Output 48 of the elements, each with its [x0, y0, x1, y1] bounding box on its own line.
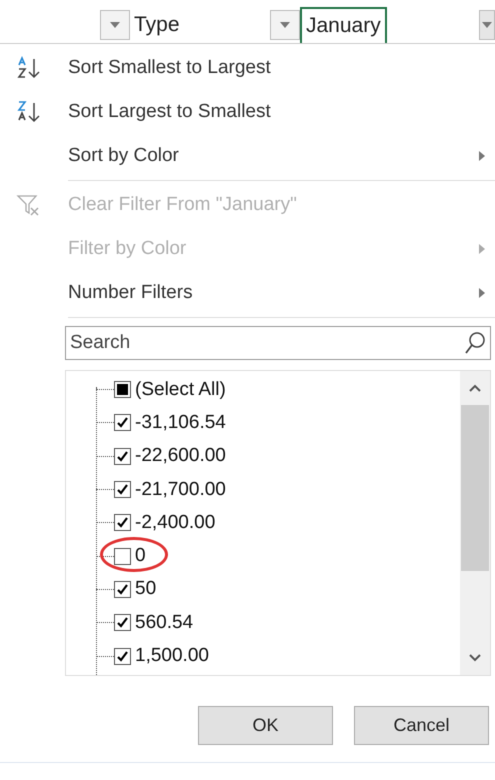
- checkbox[interactable]: [114, 481, 131, 498]
- item-label: -21,700.00: [135, 478, 226, 501]
- list-item[interactable]: -2,400.00: [114, 512, 216, 534]
- menu-item[interactable]: Sort Smallest to Largest: [0, 46, 495, 90]
- list-item[interactable]: -22,600.00: [114, 445, 226, 468]
- menu-item[interactable]: Sort by Color: [0, 134, 495, 178]
- item-label: -22,600.00: [135, 445, 226, 468]
- list-item[interactable]: -21,700.00: [114, 478, 226, 501]
- search-field[interactable]: Search: [65, 326, 491, 360]
- caret-icon: [110, 22, 120, 28]
- item-label: 560.54: [135, 612, 194, 634]
- checkbox[interactable]: [114, 548, 131, 565]
- filter-dropdown-button[interactable]: [100, 10, 130, 40]
- list-item[interactable]: 0: [114, 545, 146, 568]
- dialog-button[interactable]: OK: [198, 706, 333, 745]
- sort-ascending-icon: [16, 56, 42, 80]
- menu-item[interactable]: Sort Largest to Smallest: [0, 90, 495, 134]
- caret-icon: [482, 22, 492, 28]
- scroll-down-icon[interactable]: [468, 653, 482, 663]
- search-icon: [464, 331, 486, 355]
- checkbox[interactable]: [114, 648, 131, 665]
- column-header: Type: [133, 12, 181, 38]
- menu-item[interactable]: Number Filters: [0, 271, 495, 315]
- item-label: -2,400.00: [135, 512, 216, 534]
- item-label: (Select All): [135, 378, 226, 401]
- checkbox[interactable]: [114, 381, 131, 398]
- filter-dropdown-button[interactable]: [479, 10, 495, 40]
- scrollbar-thumb[interactable]: [461, 405, 489, 571]
- checkbox[interactable]: [114, 580, 131, 598]
- checkbox[interactable]: [114, 514, 131, 532]
- filter-dropdown-button[interactable]: [270, 10, 300, 40]
- list-item[interactable]: 50: [114, 578, 156, 600]
- checkbox[interactable]: [114, 414, 131, 432]
- item-label: 1,500.00: [135, 645, 209, 668]
- item-label: 50: [135, 578, 156, 600]
- list-item[interactable]: 560.54: [114, 612, 194, 634]
- caret-icon: [280, 22, 290, 28]
- sort-descending-icon: [16, 100, 42, 124]
- checkbox[interactable]: [114, 614, 131, 632]
- column-header: January: [300, 7, 387, 43]
- list-item[interactable]: -31,106.54: [114, 412, 226, 434]
- checkbox[interactable]: [114, 448, 131, 465]
- list-item[interactable]: (Select All): [114, 378, 226, 401]
- dialog-button[interactable]: Cancel: [354, 706, 489, 745]
- item-label: 0: [135, 545, 146, 568]
- list-item[interactable]: 1,500.00: [114, 645, 209, 668]
- scroll-up-icon[interactable]: [468, 383, 482, 393]
- item-label: -31,106.54: [135, 412, 226, 434]
